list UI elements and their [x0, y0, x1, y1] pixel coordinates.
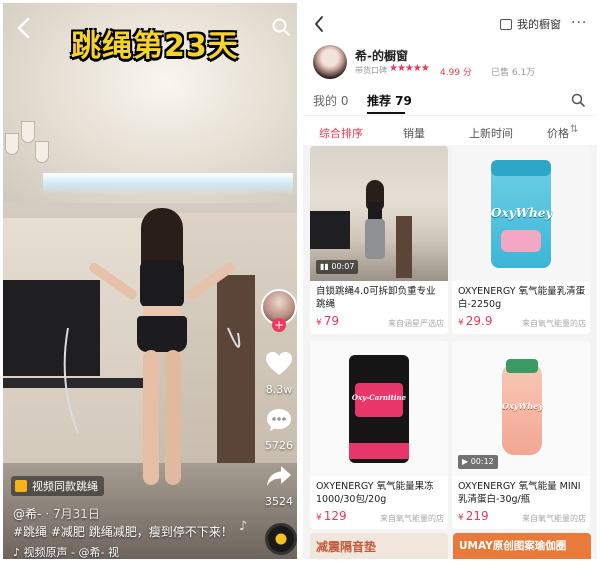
sort-bar: 综合排序 销量 上新时间 价格 ⇅: [303, 115, 597, 145]
video-scene-chandelier: [5, 113, 51, 193]
cart-icon: [15, 480, 27, 492]
author-line: @希- · 7月31日: [13, 505, 100, 522]
product-tag-chip[interactable]: 视频同款跳绳: [11, 476, 104, 496]
my-shop-link[interactable]: 我的橱窗: [500, 16, 561, 32]
back-icon[interactable]: [15, 17, 33, 39]
author-name[interactable]: @希-: [13, 507, 41, 521]
share-count: 3524: [265, 495, 293, 508]
product-image: OxyWhey: [452, 146, 590, 281]
music-disc-icon[interactable]: [265, 523, 297, 555]
video-scene-light: [43, 173, 293, 195]
product-title: 自锁跳绳4.0可拆卸负重专业跳绳: [316, 286, 436, 310]
search-icon[interactable]: [571, 93, 585, 107]
shop-name: 希-的橱窗: [355, 49, 408, 63]
product-source: 来自氧气能量的店: [522, 319, 586, 328]
sort-newest[interactable]: 上新时间: [469, 125, 513, 141]
comment-button[interactable]: 5726: [255, 407, 297, 452]
product-source: 来自涵星严选店: [388, 319, 444, 328]
share-icon: [267, 466, 291, 486]
tab-mine[interactable]: 我的 0: [313, 92, 348, 109]
heart-icon: [266, 352, 292, 375]
tab-recommended[interactable]: 推荐 79: [367, 92, 412, 109]
floating-note-icon: ♪: [239, 519, 248, 534]
like-button[interactable]: 8.3w: [255, 351, 297, 396]
product-source: 来自氧气能量的店: [522, 514, 586, 523]
sort-arrows-icon: ⇅: [570, 124, 579, 135]
follow-button[interactable]: +: [272, 318, 286, 332]
product-card-partial[interactable]: 减震隔音垫: [310, 533, 448, 559]
shop-profile: 希-的橱窗 带货口碑 ★★★★★ 4.99 分 已售 6.1万: [303, 45, 597, 87]
back-icon[interactable]: [313, 16, 325, 32]
product-card[interactable]: OxyWhey ▶ 00:12 OXYENERGY 氧气能量 MINI 乳清蛋白…: [452, 341, 590, 529]
oxywhey-logo: OxyWhey: [491, 206, 553, 220]
music-label: 视频原声 - @希- 视: [23, 546, 119, 559]
product-source: 来自氧气能量的店: [380, 514, 444, 523]
product-card-partial[interactable]: UMAY原创图案瑜伽圈: [453, 533, 591, 559]
next-row-preview: 减震隔音垫 UMAY原创图案瑜伽圈: [303, 533, 597, 559]
video-player[interactable]: 跳绳第23天 + 8.3w 5726 3524 视频同款跳绳 @希- · 7月3…: [3, 3, 297, 559]
video-person: [87, 208, 237, 498]
product-title: OXYENERGY 氧气能量乳清蛋白-2250g: [458, 286, 586, 310]
shop-window: 我的橱窗 ··· 希-的橱窗 带货口碑 ★★★★★ 4.99 分 已售 6.1万…: [303, 3, 597, 559]
sort-sales[interactable]: 销量: [403, 125, 425, 141]
product-tag-label: 视频同款跳绳: [32, 480, 98, 493]
sold-count: 已售 6.1万: [491, 68, 536, 78]
product-card[interactable]: Oxy-Carnitine OXYENERGY 氧气能量果冻1000/30包/2…: [310, 341, 448, 529]
comment-count: 5726: [265, 439, 293, 452]
more-icon[interactable]: ···: [571, 15, 587, 31]
share-button[interactable]: 3524: [255, 463, 297, 508]
product-image: Oxy-Carnitine: [310, 341, 448, 476]
video-title-overlay: 跳绳第23天: [71, 29, 239, 64]
oxywhey-mini-logo: OxyWhey: [502, 401, 543, 411]
product-price: ¥219: [458, 509, 489, 523]
product-price: ¥79: [316, 314, 340, 328]
my-shop-label: 我的橱窗: [517, 18, 561, 31]
shop-tabs: 我的 0 推荐 79: [303, 87, 597, 115]
like-count: 8.3w: [265, 383, 293, 396]
rating-stars-icon: ★★★★★: [389, 63, 430, 74]
product-card[interactable]: OxyWhey OXYENERGY 氧气能量乳清蛋白-2250g ¥29.9 来…: [452, 146, 590, 334]
sort-price[interactable]: 价格: [547, 125, 569, 141]
music-note-icon: ♪: [13, 546, 24, 559]
reputation-label: 带货口碑: [355, 66, 387, 75]
post-date: · 7月31日: [45, 507, 100, 521]
product-price: ¥129: [316, 509, 347, 523]
search-icon[interactable]: [271, 17, 291, 37]
rating-score: 4.99 分: [440, 68, 472, 78]
shop-header: 我的橱窗 ···: [303, 3, 597, 45]
product-title: OXYENERGY 氧气能量果冻1000/30包/20g: [316, 481, 434, 505]
product-title: OXYENERGY 氧气能量 MINI 乳清蛋白-30g/瓶: [458, 481, 581, 505]
store-icon: [500, 18, 512, 30]
product-price: ¥29.9: [458, 314, 493, 328]
sort-comprehensive[interactable]: 综合排序: [319, 125, 363, 141]
music-line[interactable]: ♪ 视频原声 - @希- 视: [13, 544, 119, 559]
oxy-carnitine-logo: Oxy-Carnitine: [351, 393, 407, 402]
product-card[interactable]: ▮▮ 00:07 自锁跳绳4.0可拆卸负重专业跳绳 ¥79 来自涵星严选店: [310, 146, 448, 334]
active-tab-indicator: [367, 112, 405, 114]
video-caption: #跳绳 #减肥 跳绳减肥，瘦到停不下来！: [13, 525, 233, 539]
partial-card-label: UMAY原创图案瑜伽圈: [459, 540, 567, 552]
comment-icon: [267, 409, 291, 431]
video-duration: ▶ 00:12: [458, 455, 498, 469]
shop-avatar[interactable]: [313, 45, 347, 79]
video-duration: ▮▮ 00:07: [316, 260, 359, 274]
partial-card-label: 减震隔音垫: [316, 540, 377, 554]
